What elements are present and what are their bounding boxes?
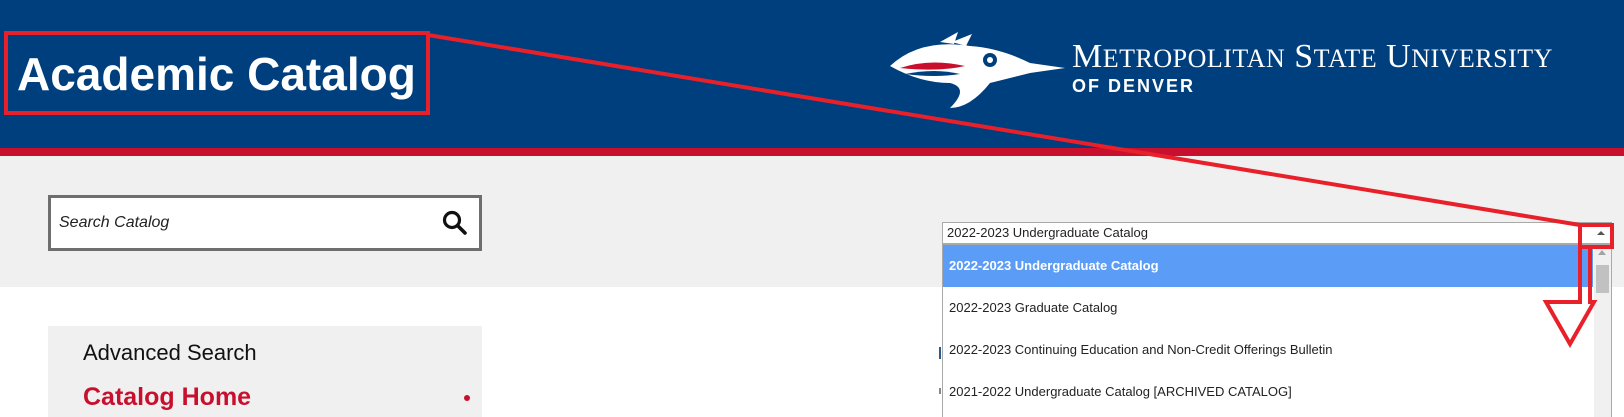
catalog-option[interactable]: 2022-2023 Undergraduate Catalog bbox=[943, 245, 1593, 287]
catalog-option[interactable]: 2021-2022 Undergraduate Catalog [ARCHIVE… bbox=[943, 371, 1593, 413]
hidden-content-edge bbox=[939, 388, 941, 394]
catalog-option[interactable]: 2022-2023 Graduate Catalog bbox=[943, 287, 1593, 329]
sidebar-item-advanced-search[interactable]: Advanced Search bbox=[83, 340, 257, 366]
hidden-content-edge bbox=[939, 347, 941, 359]
sidebar-item-catalog-home[interactable]: Catalog Home bbox=[83, 383, 251, 412]
chevron-up-icon[interactable] bbox=[1593, 225, 1609, 241]
university-subtitle: OF DENVER bbox=[1072, 76, 1196, 96]
active-indicator-dot bbox=[464, 395, 470, 401]
search-input[interactable] bbox=[57, 209, 421, 237]
catalog-options-list: 2022-2023 Undergraduate Catalog 2022-202… bbox=[942, 244, 1612, 417]
page-title: Academic Catalog bbox=[17, 48, 416, 100]
search-icon[interactable] bbox=[441, 209, 469, 237]
roadrunner-logo-icon[interactable] bbox=[880, 28, 1070, 110]
dropdown-scrollbar[interactable] bbox=[1594, 245, 1611, 417]
university-name: METROPOLITAN STATE UNIVERSITY bbox=[1072, 38, 1553, 75]
catalog-select-value: 2022-2023 Undergraduate Catalog bbox=[947, 225, 1148, 240]
search-box bbox=[48, 195, 482, 251]
header-accent-stripe bbox=[0, 148, 1624, 156]
scroll-up-icon[interactable] bbox=[1598, 250, 1606, 255]
catalog-option[interactable]: 2022-2023 Continuing Education and Non-C… bbox=[943, 329, 1593, 371]
catalog-select[interactable]: 2022-2023 Undergraduate Catalog bbox=[942, 222, 1612, 244]
scroll-thumb[interactable] bbox=[1596, 265, 1609, 293]
sidebar: Advanced Search Catalog Home bbox=[48, 326, 482, 417]
